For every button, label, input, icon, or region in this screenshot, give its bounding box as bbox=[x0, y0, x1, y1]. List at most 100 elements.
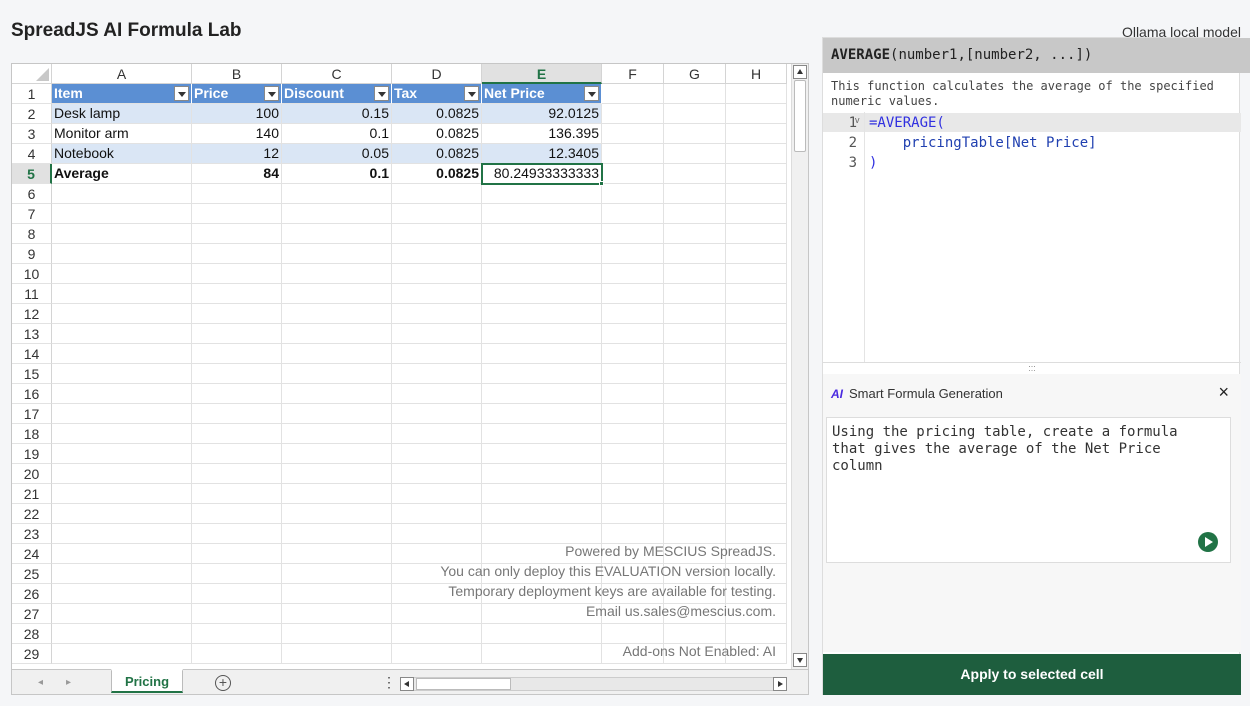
cell-f22[interactable] bbox=[602, 504, 664, 524]
cell-e8[interactable] bbox=[482, 224, 602, 244]
filter-dropdown-icon[interactable] bbox=[264, 86, 279, 101]
cell-g16[interactable] bbox=[664, 384, 726, 404]
cell-b18[interactable] bbox=[192, 424, 282, 444]
cell-g3[interactable] bbox=[664, 124, 726, 144]
cell-a10[interactable] bbox=[52, 264, 192, 284]
cell-h21[interactable] bbox=[726, 484, 787, 504]
column-header-g[interactable]: G bbox=[664, 64, 726, 84]
cell-d13[interactable] bbox=[392, 324, 482, 344]
cell-h2[interactable] bbox=[726, 104, 787, 124]
column-header-d[interactable]: D bbox=[392, 64, 482, 84]
cell-d16[interactable] bbox=[392, 384, 482, 404]
cell-b19[interactable] bbox=[192, 444, 282, 464]
cell-f6[interactable] bbox=[602, 184, 664, 204]
cell-a29[interactable] bbox=[52, 644, 192, 664]
cell-b12[interactable] bbox=[192, 304, 282, 324]
cell-c29[interactable] bbox=[282, 644, 392, 664]
sheet-tab-pricing[interactable]: Pricing bbox=[111, 669, 183, 693]
cell-c14[interactable] bbox=[282, 344, 392, 364]
cell-b24[interactable] bbox=[192, 544, 282, 564]
cell-c6[interactable] bbox=[282, 184, 392, 204]
row-header-9[interactable]: 9 bbox=[12, 244, 52, 264]
cell-f7[interactable] bbox=[602, 204, 664, 224]
cell-f13[interactable] bbox=[602, 324, 664, 344]
fold-chevron-icon[interactable]: v bbox=[855, 115, 860, 125]
row-header-18[interactable]: 18 bbox=[12, 424, 52, 444]
cell-f20[interactable] bbox=[602, 464, 664, 484]
formula-editor[interactable]: 1 v 2 3 =AVERAGE( pricingTable[Net Price… bbox=[823, 112, 1241, 413]
cell-b27[interactable] bbox=[192, 604, 282, 624]
cell-f1[interactable] bbox=[602, 84, 664, 104]
cell-b29[interactable] bbox=[192, 644, 282, 664]
close-icon[interactable]: × bbox=[1218, 382, 1229, 403]
row-header-17[interactable]: 17 bbox=[12, 404, 52, 424]
cell-d10[interactable] bbox=[392, 264, 482, 284]
cell-a13[interactable] bbox=[52, 324, 192, 344]
cell-d8[interactable] bbox=[392, 224, 482, 244]
filter-dropdown-icon[interactable] bbox=[464, 86, 479, 101]
cell-d1[interactable]: Tax bbox=[392, 84, 482, 104]
column-header-a[interactable]: A bbox=[52, 64, 192, 84]
cell-e14[interactable] bbox=[482, 344, 602, 364]
cell-f12[interactable] bbox=[602, 304, 664, 324]
row-header-27[interactable]: 27 bbox=[12, 604, 52, 624]
cell-e10[interactable] bbox=[482, 264, 602, 284]
cell-e11[interactable] bbox=[482, 284, 602, 304]
cell-c2[interactable]: 0.15 bbox=[282, 104, 392, 124]
cell-c5[interactable]: 0.1 bbox=[282, 164, 392, 184]
cell-e21[interactable] bbox=[482, 484, 602, 504]
cell-b26[interactable] bbox=[192, 584, 282, 604]
cell-f5[interactable] bbox=[602, 164, 664, 184]
send-icon[interactable] bbox=[1198, 532, 1218, 552]
prompt-text[interactable]: Using the pricing table, create a formul… bbox=[832, 424, 1202, 475]
cell-c3[interactable]: 0.1 bbox=[282, 124, 392, 144]
cell-e5[interactable]: 80.24933333333 bbox=[482, 164, 602, 184]
cell-c4[interactable]: 0.05 bbox=[282, 144, 392, 164]
row-header-22[interactable]: 22 bbox=[12, 504, 52, 524]
cell-f18[interactable] bbox=[602, 424, 664, 444]
cell-g15[interactable] bbox=[664, 364, 726, 384]
cell-e3[interactable]: 136.395 bbox=[482, 124, 602, 144]
cell-c12[interactable] bbox=[282, 304, 392, 324]
cell-e7[interactable] bbox=[482, 204, 602, 224]
row-header-13[interactable]: 13 bbox=[12, 324, 52, 344]
cell-g11[interactable] bbox=[664, 284, 726, 304]
cell-b21[interactable] bbox=[192, 484, 282, 504]
cell-c19[interactable] bbox=[282, 444, 392, 464]
cell-h6[interactable] bbox=[726, 184, 787, 204]
cell-h16[interactable] bbox=[726, 384, 787, 404]
cell-e19[interactable] bbox=[482, 444, 602, 464]
cell-d23[interactable] bbox=[392, 524, 482, 544]
cell-b2[interactable]: 100 bbox=[192, 104, 282, 124]
cell-a27[interactable] bbox=[52, 604, 192, 624]
cell-h8[interactable] bbox=[726, 224, 787, 244]
column-header-f[interactable]: F bbox=[602, 64, 664, 84]
cell-h18[interactable] bbox=[726, 424, 787, 444]
cell-g13[interactable] bbox=[664, 324, 726, 344]
cell-a26[interactable] bbox=[52, 584, 192, 604]
cell-g4[interactable] bbox=[664, 144, 726, 164]
cell-b15[interactable] bbox=[192, 364, 282, 384]
cell-c21[interactable] bbox=[282, 484, 392, 504]
cell-e6[interactable] bbox=[482, 184, 602, 204]
row-header-3[interactable]: 3 bbox=[12, 124, 52, 144]
vertical-scrollbar[interactable] bbox=[791, 64, 808, 669]
cell-b11[interactable] bbox=[192, 284, 282, 304]
cell-b4[interactable]: 12 bbox=[192, 144, 282, 164]
cell-e18[interactable] bbox=[482, 424, 602, 444]
cell-a28[interactable] bbox=[52, 624, 192, 644]
tab-menu-icon[interactable]: ⋮ bbox=[382, 674, 396, 691]
cell-e27[interactable] bbox=[482, 604, 602, 624]
row-header-15[interactable]: 15 bbox=[12, 364, 52, 384]
scroll-down-button[interactable] bbox=[793, 653, 807, 667]
cell-d11[interactable] bbox=[392, 284, 482, 304]
cell-h22[interactable] bbox=[726, 504, 787, 524]
select-all-corner[interactable] bbox=[12, 64, 52, 84]
cell-g8[interactable] bbox=[664, 224, 726, 244]
cell-f23[interactable] bbox=[602, 524, 664, 544]
cell-d12[interactable] bbox=[392, 304, 482, 324]
filter-dropdown-icon[interactable] bbox=[584, 86, 599, 101]
cell-d2[interactable]: 0.0825 bbox=[392, 104, 482, 124]
cell-c26[interactable] bbox=[282, 584, 392, 604]
cell-a25[interactable] bbox=[52, 564, 192, 584]
